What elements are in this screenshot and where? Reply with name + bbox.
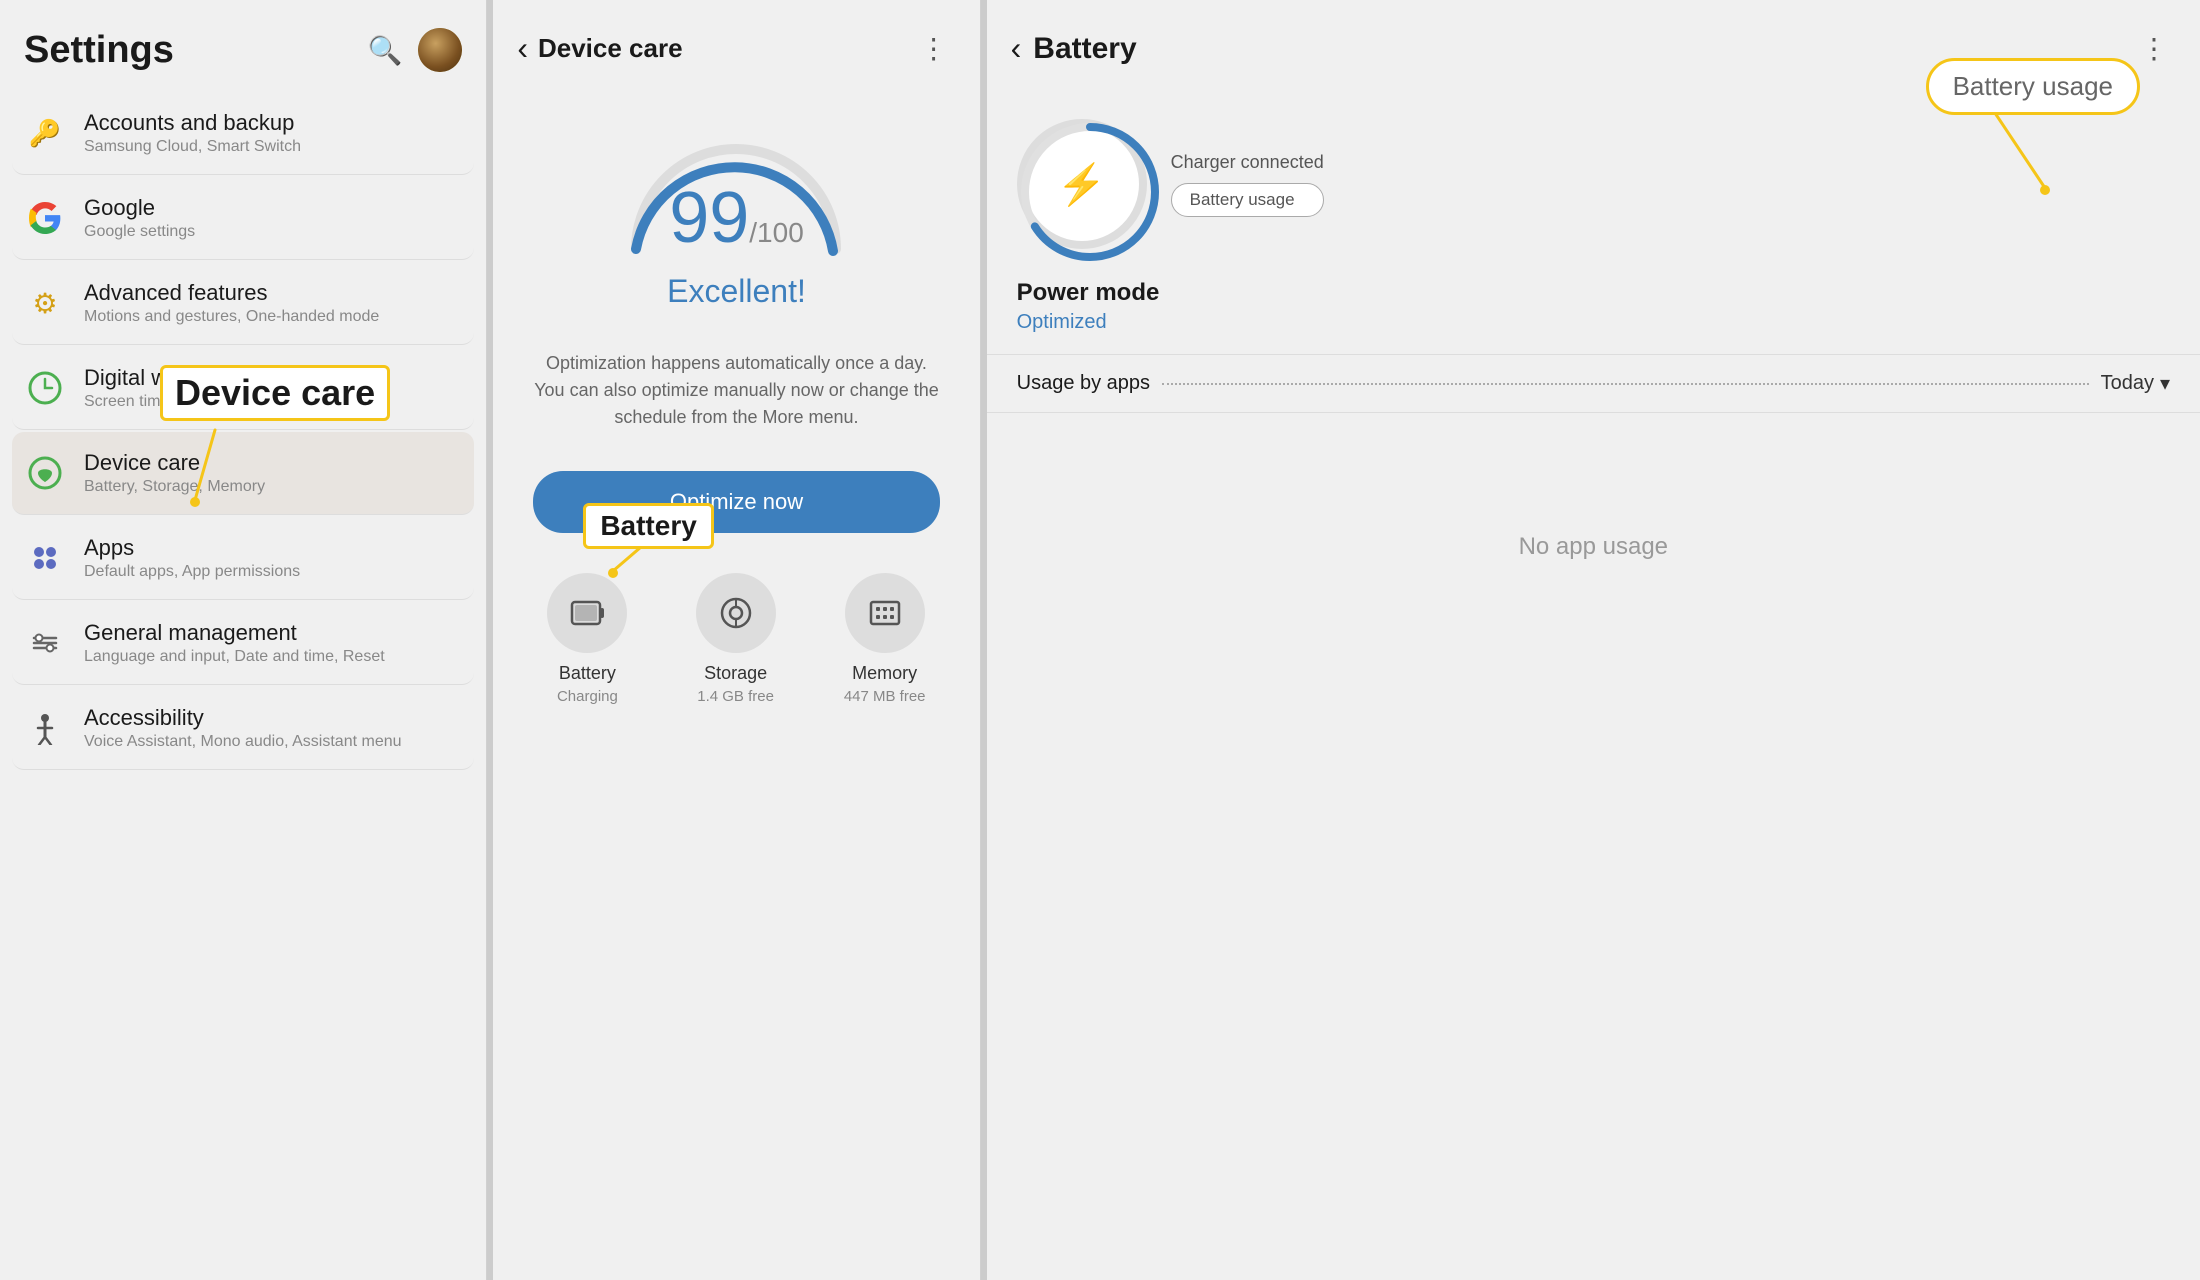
score-section: 99/100 Excellent! [493,89,979,330]
usage-period-value: Today [2101,372,2154,395]
battery-title: Battery [1033,32,1136,66]
settings-item-general[interactable]: General management Language and input, D… [12,602,474,685]
header-icons: 🔍 [367,28,462,72]
battery-more-options[interactable]: ⋮ [2132,28,2176,69]
settings-list: 🔑 Accounts and backup Samsung Cloud, Sma… [0,92,486,770]
device-care-header-title: Device care [538,33,683,64]
usage-by-apps-label: Usage by apps [1017,372,1150,395]
accessibility-icon [24,707,66,749]
battery-annotation-middle: Battery [583,503,713,549]
power-mode-title: Power mode [1017,279,2170,307]
storage-label: Storage [704,663,767,684]
device-care-header: ‹ Device care ⋮ [493,0,979,89]
battery-usage-annotation-box[interactable]: Battery usage [1926,58,2140,115]
chevron-down-icon: ▾ [2160,371,2170,396]
battery-label: Battery [559,663,616,684]
search-icon[interactable]: 🔍 [367,34,402,67]
no-app-usage-message: No app usage [987,413,2200,681]
device-care-categories: Battery Charging Storage 1.4 GB free [493,553,979,705]
battery-gauge-circle: ⚡ [1017,119,1147,249]
settings-panel: Settings 🔍 🔑 Accounts and backup Samsung… [0,0,487,1280]
general-text: General management Language and input, D… [84,620,385,666]
battery-back-button[interactable]: ‹ [1011,30,1022,67]
device-care-icon [24,452,66,494]
advanced-text: Advanced features Motions and gestures, … [84,280,379,326]
settings-item-accounts[interactable]: 🔑 Accounts and backup Samsung Cloud, Sma… [12,92,474,175]
charger-status: Charger connected [1171,152,1324,173]
storage-icon-circle [696,573,776,653]
battery-category[interactable]: Battery Charging [547,573,627,705]
battery-sublabel: Charging [557,688,618,705]
score-display: 99/100 [616,177,856,259]
apps-icon [24,537,66,579]
device-care-text: Device care Battery, Storage, Memory [84,450,265,496]
google-text: Google Google settings [84,195,195,241]
memory-category[interactable]: Memory 447 MB free [844,573,926,705]
accounts-text: Accounts and backup Samsung Cloud, Smart… [84,110,301,156]
settings-item-apps[interactable]: Apps Default apps, App permissions [12,517,474,600]
memory-label: Memory [852,663,917,684]
device-care-panel: ‹ Device care ⋮ 99/100 Excellent! Optimi… [493,0,980,1280]
more-options-button[interactable]: ⋮ [912,28,956,69]
storage-sublabel: 1.4 GB free [697,688,774,705]
battery-icon [568,594,606,632]
memory-icon [866,594,904,632]
settings-item-accessibility[interactable]: Accessibility Voice Assistant, Mono audi… [12,687,474,770]
back-icon: ‹ [517,30,528,67]
battery-status-text: Charger connected Battery usage [1171,152,1324,217]
dotted-separator [1162,383,2089,385]
device-care-annotation: Device care [160,365,390,421]
settings-item-device-care[interactable]: Device care Battery, Storage, Memory [12,432,474,515]
optimize-btn-container: Optimize now [493,451,979,553]
lightning-icon: ⚡ [1057,161,1107,208]
optimization-description: Optimization happens automatically once … [493,330,979,451]
battery-panel: ‹ Battery ⋮ Battery usage ⚡ Charger conn… [987,0,2200,1280]
memory-sublabel: 447 MB free [844,688,926,705]
usage-period-selector[interactable]: Today ▾ [2101,371,2170,396]
storage-category[interactable]: Storage 1.4 GB free [696,573,776,705]
settings-title: Settings [24,29,174,72]
settings-item-google[interactable]: Google Google settings [12,177,474,260]
accessibility-text: Accessibility Voice Assistant, Mono audi… [84,705,402,751]
settings-header: Settings 🔍 [0,0,486,92]
avatar-image [418,28,462,72]
memory-icon-circle [845,573,925,653]
battery-icon-circle [547,573,627,653]
avatar[interactable] [418,28,462,72]
battery-usage-pill-button[interactable]: Battery usage [1171,183,1324,217]
accounts-icon: 🔑 [24,112,66,154]
battery-title-area: ‹ Battery [1011,30,1137,67]
google-icon [24,197,66,239]
back-button[interactable]: ‹ Device care [517,30,682,67]
storage-icon [717,594,755,632]
apps-text: Apps Default apps, App permissions [84,535,300,581]
power-mode-section: Power mode Optimized [987,259,2200,355]
digital-icon [24,367,66,409]
usage-by-apps-section: Usage by apps Today ▾ [987,355,2200,413]
general-icon [24,622,66,664]
score-gauge: 99/100 [616,129,856,259]
power-mode-value[interactable]: Optimized [1017,311,2170,334]
score-value: 99 [669,178,749,258]
settings-item-advanced[interactable]: ⚙ Advanced features Motions and gestures… [12,262,474,345]
score-label: Excellent! [667,273,806,310]
advanced-icon: ⚙ [24,282,66,324]
